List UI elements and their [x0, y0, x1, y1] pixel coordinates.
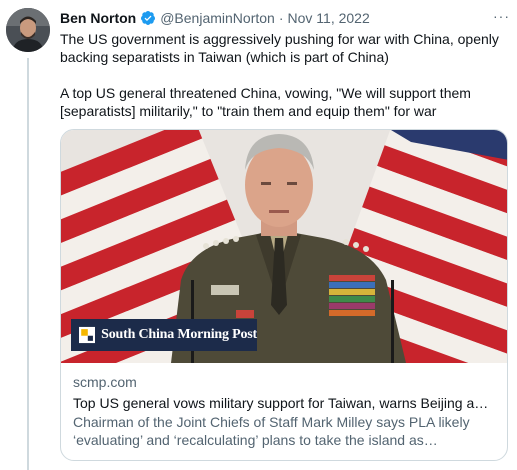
author-name[interactable]: Ben Norton — [60, 10, 136, 26]
tweet-header: Ben Norton @BenjaminNorton · Nov 11, 202… — [60, 8, 510, 28]
card-image[interactable]: South China Morning Post — [61, 130, 507, 363]
scmp-logo-icon — [79, 326, 96, 344]
tweet-paragraph: A top US general threatened China, vowin… — [60, 85, 471, 119]
card-domain: scmp.com — [73, 374, 137, 390]
tweet-text: The US government is aggressively pushin… — [60, 30, 510, 120]
verified-badge-icon — [141, 11, 156, 25]
source-logo-text: South China Morning Post — [101, 327, 257, 342]
card-title[interactable]: Top US general vows military support for… — [73, 394, 495, 412]
card-meta[interactable]: scmp.com Top US general vows military su… — [61, 363, 507, 449]
tweet-timestamp[interactable]: Nov 11, 2022 — [288, 10, 370, 26]
link-preview-card[interactable]: South China Morning Post scmp.com Top US… — [60, 129, 508, 461]
card-description: Chairman of the Joint Chiefs of Staff Ma… — [73, 414, 470, 448]
author-handle[interactable]: @BenjaminNorton — [160, 10, 275, 26]
thread-line — [27, 58, 29, 470]
more-horizontal-icon[interactable]: ··· — [493, 8, 510, 24]
avatar-photo — [6, 8, 50, 52]
avatar[interactable] — [6, 8, 50, 52]
tweet-paragraph: The US government is aggressively pushin… — [60, 31, 499, 65]
tweet[interactable]: Ben Norton @BenjaminNorton · Nov 11, 202… — [60, 8, 510, 120]
separator-dot: · — [278, 10, 284, 26]
source-logo: South China Morning Post — [71, 319, 257, 351]
